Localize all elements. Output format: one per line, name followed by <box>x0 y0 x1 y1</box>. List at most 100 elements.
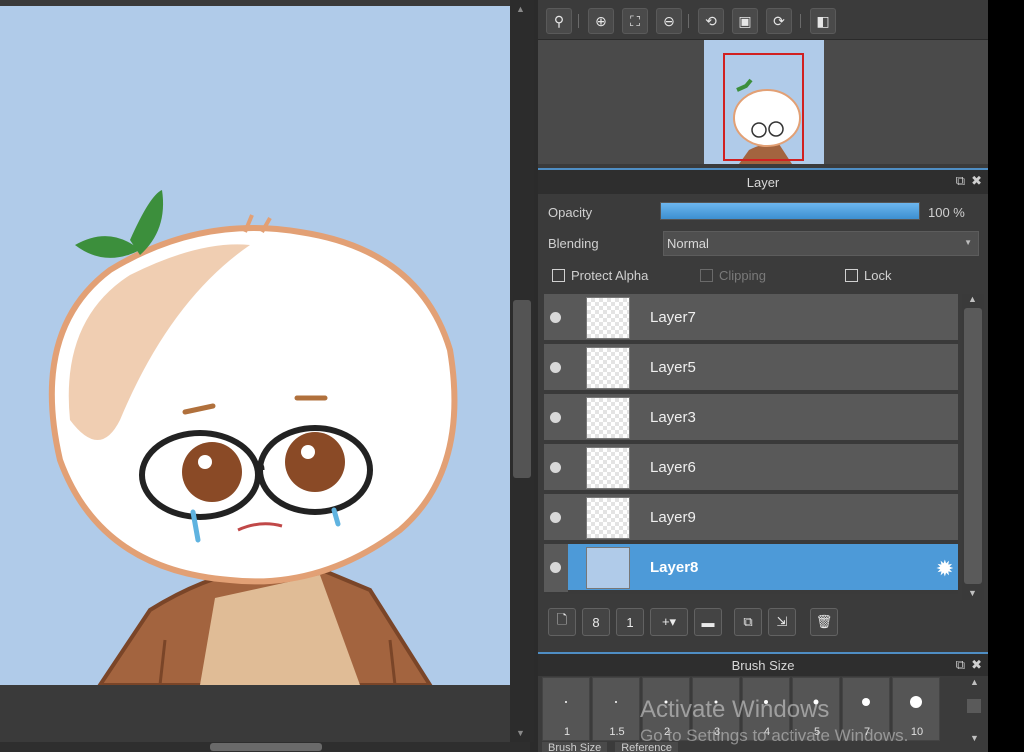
layer-name: Layer8 <box>650 559 699 576</box>
app-window: ▲ ▼ ⚲ ⊕ ⛶ ⊖ ⟲ ▣ ⟳ ◧ Layer ⧉ ✖ Opacity 10… <box>0 0 1024 752</box>
navigator-toolbar: ⚲ ⊕ ⛶ ⊖ ⟲ ▣ ⟳ ◧ <box>538 0 988 40</box>
add-layer-menu-icon[interactable]: +▾ <box>650 608 688 636</box>
canvas-horizontal-scrollbar[interactable] <box>0 742 530 752</box>
layer-thumbnail <box>586 347 630 389</box>
layer-name: Layer9 <box>650 509 696 526</box>
opacity-slider-fill <box>661 203 919 219</box>
new-1bit-layer-icon[interactable]: 1 <box>616 608 644 636</box>
scroll-thumb[interactable] <box>210 743 322 751</box>
toolbar-separator <box>800 14 801 28</box>
opacity-label: Opacity <box>548 205 593 220</box>
layer-thumbnail <box>586 447 630 489</box>
checkbox-box[interactable] <box>552 269 565 282</box>
visibility-icon[interactable] <box>550 462 561 473</box>
layer-row[interactable]: Layer5 <box>544 344 958 392</box>
scroll-thumb[interactable] <box>964 308 982 584</box>
canvas-vertical-scrollbar[interactable]: ▲ ▼ <box>510 0 534 742</box>
blending-select[interactable]: Normal ▼ <box>663 231 979 256</box>
lock-label: Lock <box>864 268 892 283</box>
layer-panel-header: Layer ⧉ ✖ <box>538 168 988 194</box>
gear-icon[interactable]: ✹ <box>936 556 954 582</box>
visibility-icon[interactable] <box>550 362 561 373</box>
brush-dot <box>565 701 567 703</box>
opacity-value: 100 % <box>928 205 965 220</box>
viewport-indicator[interactable] <box>723 53 804 161</box>
toolbar-separator <box>578 14 579 28</box>
scroll-up-icon[interactable]: ▲ <box>516 4 525 14</box>
new-folder-icon[interactable]: ▬ <box>694 608 722 636</box>
window-edge <box>988 0 1024 752</box>
protect-alpha-checkbox[interactable]: Protect Alpha <box>552 268 648 283</box>
layer-list: Layer7 Layer5 Layer3 Layer6 Layer9 Layer… <box>544 294 958 594</box>
clipping-label: Clipping <box>719 268 766 283</box>
protect-alpha-label: Protect Alpha <box>571 268 649 283</box>
scroll-thumb[interactable] <box>967 699 981 713</box>
layer-name: Layer6 <box>650 459 696 476</box>
layer-toolbar: 🗋 8 1 +▾ ▬ ⧉ ⇲ 🗑 <box>538 603 988 641</box>
blending-value: Normal <box>667 236 709 251</box>
visibility-icon[interactable] <box>550 512 561 523</box>
layer-panel-title: Layer <box>746 174 780 190</box>
canvas-top-edge <box>0 0 510 6</box>
close-panel-icon[interactable]: ✖ <box>971 657 982 673</box>
flip-horizontal-icon[interactable]: ◧ <box>810 8 836 34</box>
checkbox-box[interactable] <box>700 269 713 282</box>
merge-layer-icon[interactable]: ⇲ <box>768 608 796 636</box>
layer-row[interactable]: Layer6 <box>544 444 958 492</box>
checkbox-box[interactable] <box>845 269 858 282</box>
reset-view-icon[interactable]: ▣ <box>732 8 758 34</box>
fit-window-icon[interactable]: ⛶ <box>622 8 648 34</box>
scroll-thumb[interactable] <box>513 300 531 478</box>
layer-thumbnail <box>586 297 630 339</box>
zoom-actual-icon[interactable]: ⚲ <box>546 8 572 34</box>
brush-size-label: 1.5 <box>609 726 625 738</box>
layer-name: Layer7 <box>650 309 696 326</box>
activation-watermark-subtitle: Go to Settings to activate Windows. <box>640 726 909 745</box>
brush-size-cell[interactable]: 1.5 <box>592 677 640 741</box>
navigator-preview[interactable] <box>538 40 988 164</box>
layer-name: Layer5 <box>650 359 696 376</box>
brush-size-cell[interactable]: 1 <box>542 677 590 741</box>
brush-size-header: Brush Size ⧉ ✖ <box>538 652 988 676</box>
layer-row[interactable]: Layer9 <box>544 494 958 542</box>
clipping-checkbox[interactable]: Clipping <box>700 268 766 283</box>
zoom-in-icon[interactable]: ⊕ <box>588 8 614 34</box>
blending-label: Blending <box>548 236 599 251</box>
layer-row-selected[interactable]: Layer8 ✹ <box>544 544 958 592</box>
brush-size-scrollbar[interactable]: ▲ ▼ <box>964 677 984 752</box>
layer-thumbnail <box>586 397 630 439</box>
close-panel-icon[interactable]: ✖ <box>971 173 982 189</box>
activation-watermark-title: Activate Windows <box>640 696 830 723</box>
layer-row[interactable]: Layer3 <box>544 394 958 442</box>
scroll-down-icon[interactable]: ▼ <box>968 588 977 598</box>
rotate-left-icon[interactable]: ⟲ <box>698 8 724 34</box>
lock-checkbox[interactable]: Lock <box>845 268 891 283</box>
opacity-slider[interactable] <box>660 202 920 220</box>
visibility-icon[interactable] <box>550 412 561 423</box>
rotate-right-icon[interactable]: ⟳ <box>766 8 792 34</box>
new-layer-icon[interactable]: 🗋 <box>548 608 576 636</box>
brush-dot <box>862 698 870 706</box>
scroll-up-icon[interactable]: ▲ <box>970 677 979 687</box>
scroll-down-icon[interactable]: ▼ <box>970 733 979 743</box>
tab-brush-size[interactable]: Brush Size <box>542 742 608 752</box>
visibility-icon[interactable] <box>550 312 561 323</box>
new-8bit-layer-icon[interactable]: 8 <box>582 608 610 636</box>
visibility-icon[interactable] <box>550 562 561 573</box>
detach-panel-icon[interactable]: ⧉ <box>956 657 965 673</box>
layer-list-scrollbar[interactable]: ▲ ▼ <box>962 294 984 600</box>
brush-size-title: Brush Size <box>731 657 795 673</box>
character-drawing <box>48 190 458 685</box>
brush-dot <box>910 696 922 708</box>
brush-size-label: 1 <box>563 726 571 738</box>
side-panel: ⚲ ⊕ ⛶ ⊖ ⟲ ▣ ⟳ ◧ Layer ⧉ ✖ Opacity 100 % … <box>538 0 988 752</box>
layer-row[interactable]: Layer7 <box>544 294 958 342</box>
navigator-thumbnail[interactable] <box>704 40 824 164</box>
drawing-canvas[interactable] <box>0 0 510 685</box>
detach-panel-icon[interactable]: ⧉ <box>956 173 965 189</box>
scroll-down-icon[interactable]: ▼ <box>516 728 525 738</box>
duplicate-layer-icon[interactable]: ⧉ <box>734 608 762 636</box>
zoom-out-icon[interactable]: ⊖ <box>656 8 682 34</box>
delete-layer-icon[interactable]: 🗑 <box>810 608 838 636</box>
scroll-up-icon[interactable]: ▲ <box>968 294 977 304</box>
